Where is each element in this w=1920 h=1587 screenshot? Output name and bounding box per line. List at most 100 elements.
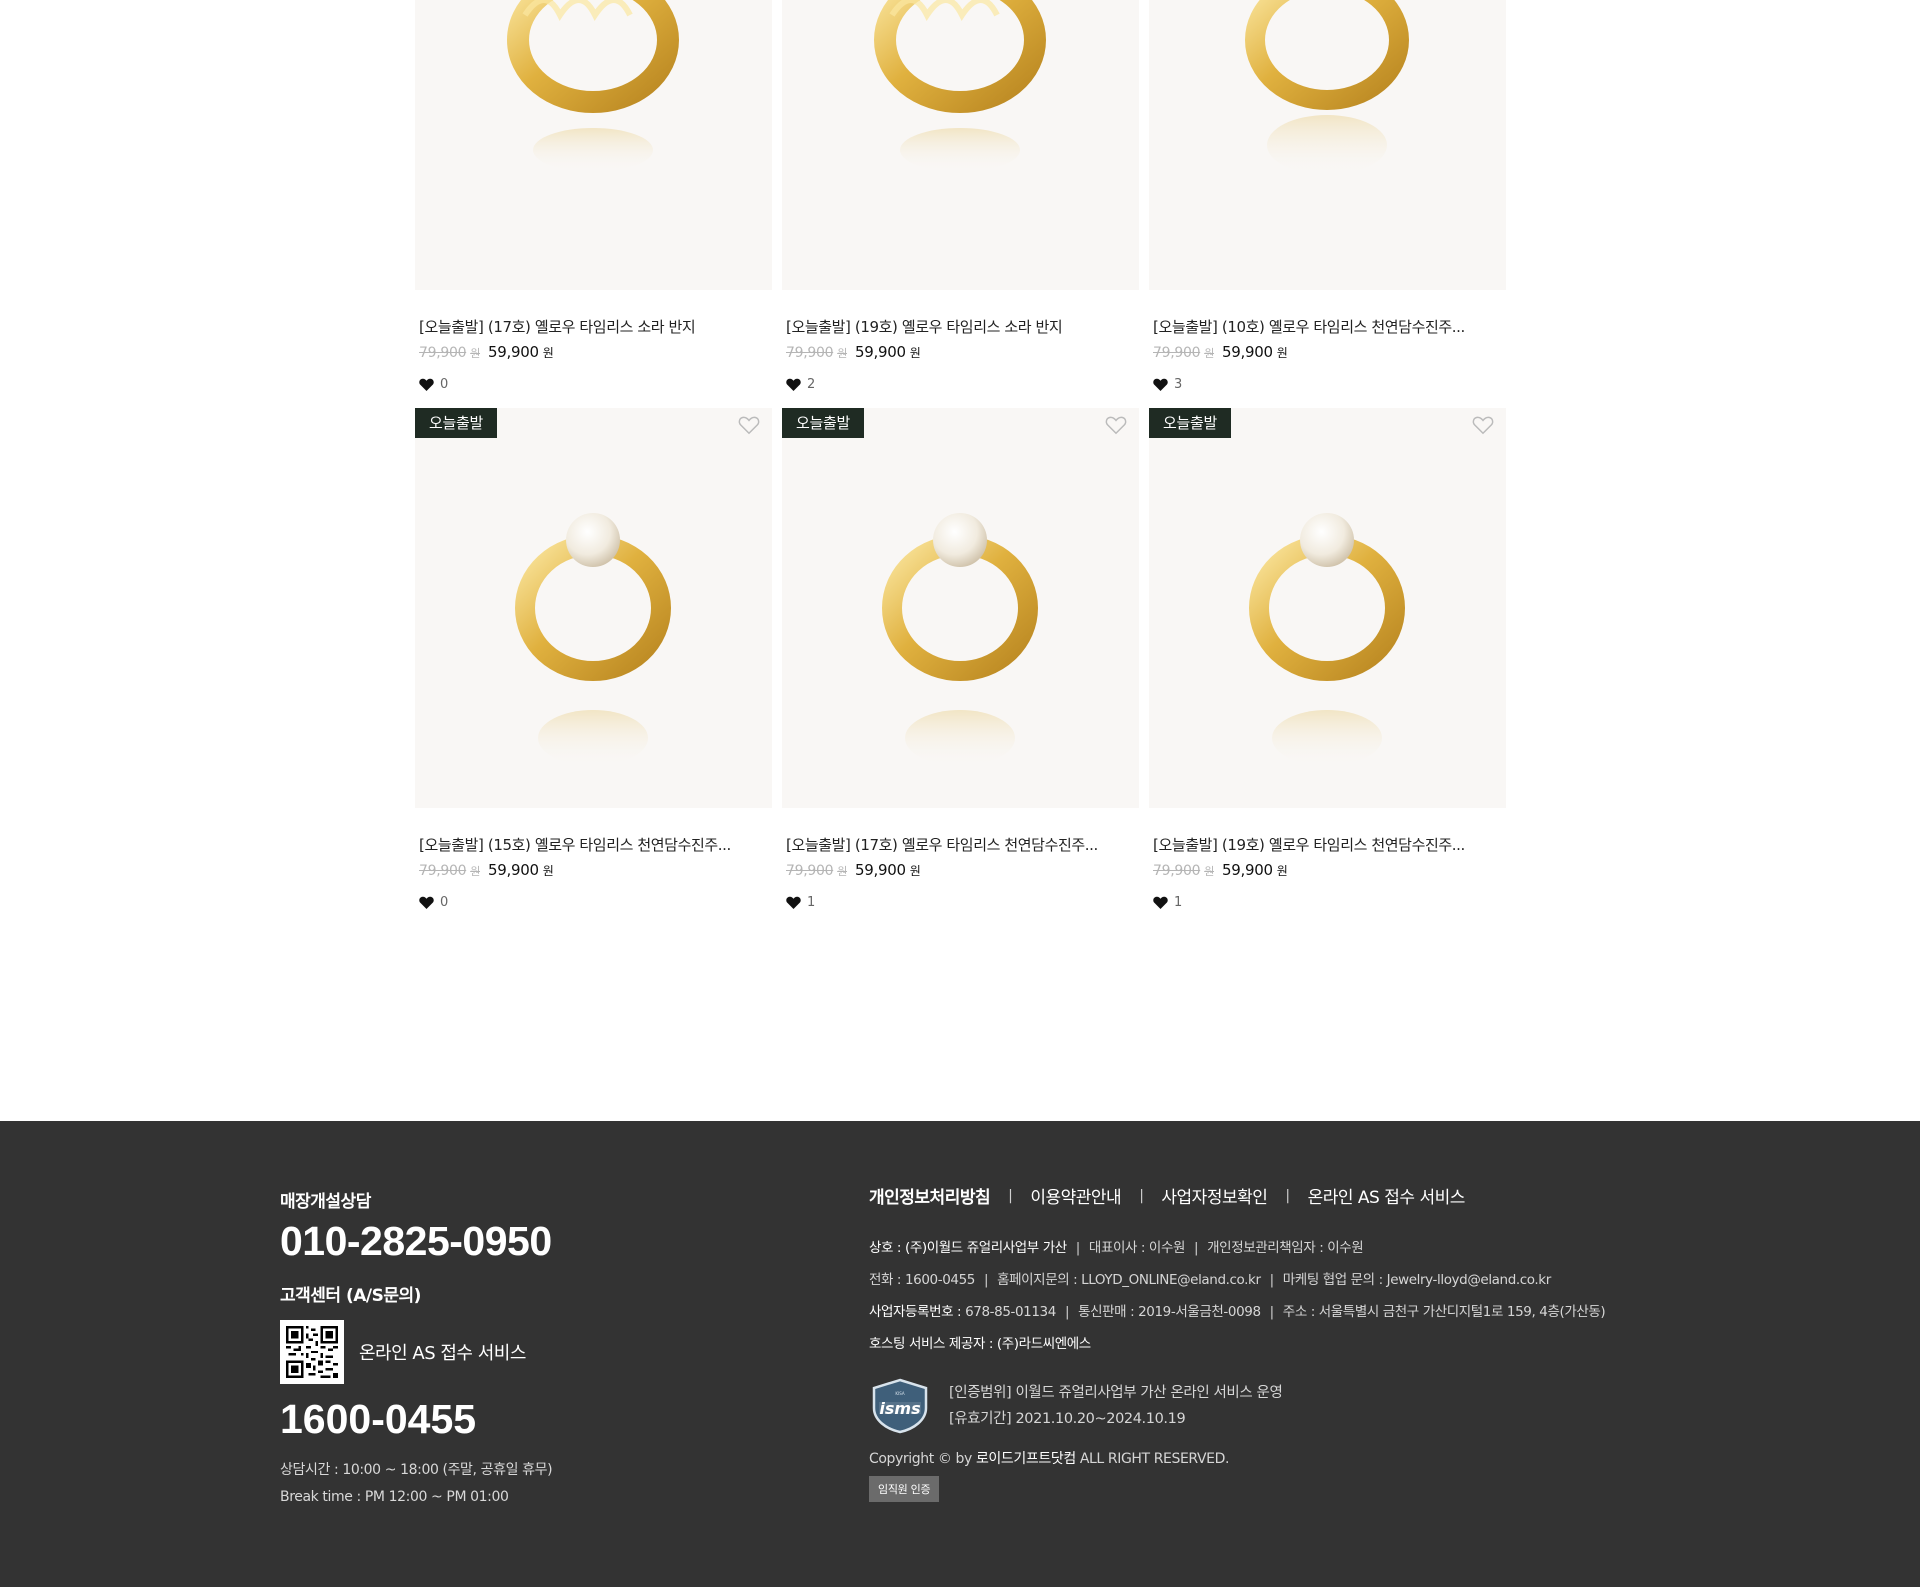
privacy-officer: 개인정보관리책임자 : 이수원 [1207, 1240, 1364, 1256]
original-price: 79,900 [1153, 863, 1201, 879]
online-as-link[interactable]: 온라인 AS 접수 서비스 [1308, 1183, 1466, 1208]
break-time: Break time : PM 12:00 ~ PM 01:00 [280, 1489, 509, 1505]
sale-price: 59,900 [855, 861, 906, 879]
mail-order-no: 통신판매 : 2019-서울금천-0098 [1078, 1304, 1261, 1320]
product-image[interactable]: 오늘출발 [1149, 408, 1506, 808]
divider: | [1008, 1187, 1013, 1204]
isms-period: [유효기간] 2021.10.20~2024.10.19 [949, 1411, 1186, 1427]
homepage-email[interactable]: 홈페이지문의 : LLOYD_ONLINE@eland.co.kr [997, 1272, 1261, 1288]
product-card[interactable]: [오늘출발] (17호) 옐로우 타임리스 소라 반지 79,900 원 59,9… [415, 0, 772, 392]
product-title[interactable]: [오늘출발] (10호) 옐로우 타임리스 천연담수진주... [1149, 316, 1489, 337]
customer-center-label: 고객센터 (A/S문의) [280, 1286, 421, 1306]
store-consult-label: 매장개설상담 [280, 1192, 371, 1212]
business-info-link[interactable]: 사업자정보확인 [1161, 1183, 1267, 1208]
company-name: (주)이월드 쥬얼리사업부 가산 [905, 1240, 1067, 1256]
heart-filled-icon [419, 378, 434, 391]
product-card[interactable]: 오늘출발 [오늘출발] (19호) 옐로우 타임리스 천연담수진주... 79,… [1149, 408, 1506, 910]
copyright-brand: 로이드기프트닷컴 [975, 1451, 1076, 1467]
consult-hours: 상담시간 : 10:00 ~ 18:00 (주말, 공휴일 휴무) [280, 1462, 553, 1478]
heart-filled-icon [786, 378, 801, 391]
cs-phone[interactable]: 1600-0455 [280, 1396, 552, 1443]
heart-filled-icon [419, 896, 434, 909]
svg-text:KISA: KISA [895, 1391, 904, 1396]
same-day-shipping-badge: 오늘출발 [415, 408, 498, 438]
original-price: 79,900 [786, 345, 834, 361]
terms-link[interactable]: 이용약관안내 [1030, 1183, 1121, 1208]
gold-pearl-ring-image [1245, 0, 1409, 175]
hosting-provider: (주)라드씨엔에스 [996, 1336, 1091, 1352]
marketing-email[interactable]: 마케팅 협업 문의 : Jewelry-lloyd@eland.co.kr [1283, 1272, 1551, 1288]
like-count: 1 [1149, 895, 1506, 910]
product-prices: 79,900 원 59,900 원 [1153, 861, 1288, 879]
product-card[interactable]: [오늘출발] (19호) 옐로우 타임리스 소라 반지 79,900 원 59,9… [782, 0, 1139, 392]
product-card[interactable]: 오늘출발 [오늘출발] (15호) 옐로우 타임리스 천연담수진주... 79,… [415, 408, 772, 910]
like-count: 2 [782, 377, 1139, 392]
qr-code-icon[interactable] [280, 1320, 344, 1384]
heart-filled-icon [786, 896, 801, 909]
original-price: 79,900 [786, 863, 834, 879]
product-prices: 79,900 원 59,900 원 [786, 861, 921, 879]
product-prices: 79,900 원 59,900 원 [786, 343, 921, 361]
bizno: 678-85-01134 [965, 1304, 1056, 1320]
product-image[interactable] [415, 0, 772, 290]
footer-contact: 매장개설상담 010-2825-0950 고객센터 (A/S문의) 온라인 AS… [280, 1187, 553, 1505]
product-grid-row-2: 오늘출발 [오늘출발] (15호) 옐로우 타임리스 천연담수진주... 79,… [415, 408, 1506, 910]
sale-price: 59,900 [488, 861, 539, 879]
like-count: 0 [415, 895, 772, 910]
online-as-service[interactable]: 온라인 AS 접수 서비스 [280, 1320, 552, 1384]
product-prices: 79,900 원 59,900 원 [419, 861, 554, 879]
original-price: 79,900 [1153, 345, 1201, 361]
product-prices: 79,900 원 59,900 원 [1153, 343, 1288, 361]
heart-outline-icon[interactable] [1472, 415, 1494, 435]
isms-logo-icon: isms KISA [872, 1378, 928, 1434]
gold-swirl-ring-image [507, 0, 679, 172]
same-day-shipping-badge: 오늘출발 [782, 408, 865, 438]
like-count: 3 [1149, 377, 1506, 392]
company-label: 상호 : [869, 1240, 902, 1256]
footer-links: 개인정보처리방침 | 이용약관안내 | 사업자정보확인 | 온라인 AS 접수 … [869, 1183, 1605, 1209]
original-price: 79,900 [419, 863, 467, 879]
heart-outline-icon[interactable] [1105, 415, 1127, 435]
product-card[interactable]: 오늘출발 [오늘출발] (17호) 옐로우 타임리스 천연담수진주... 79,… [782, 408, 1139, 910]
product-image[interactable] [782, 0, 1139, 290]
isms-certification: isms KISA [인증범위] 이월드 쥬얼리사업부 가산 온라인 서비스 운… [869, 1378, 1605, 1434]
store-phone[interactable]: 010-2825-0950 [280, 1218, 552, 1265]
heart-filled-icon [1153, 896, 1168, 909]
ceo: 대표이사 : 이수원 [1088, 1240, 1185, 1256]
gold-pearl-ring-image [1249, 513, 1405, 766]
hosting-label: 호스팅 서비스 제공자 : [869, 1336, 994, 1352]
product-card[interactable]: [오늘출발] (10호) 옐로우 타임리스 천연담수진주... 79,900 원 … [1149, 0, 1506, 392]
privacy-policy-link[interactable]: 개인정보처리방침 [869, 1183, 991, 1208]
address: 주소 : 서울특별시 금천구 가산디지털1로 159, 4층(가산동) [1282, 1304, 1606, 1320]
same-day-shipping-badge: 오늘출발 [1149, 408, 1232, 438]
product-grid-row-1: [오늘출발] (17호) 옐로우 타임리스 소라 반지 79,900 원 59,9… [415, 0, 1506, 392]
product-prices: 79,900 원 59,900 원 [419, 343, 554, 361]
product-image[interactable]: 오늘출발 [782, 408, 1139, 808]
isms-scope: [인증범위] 이월드 쥬얼리사업부 가산 온라인 서비스 운영 [949, 1385, 1283, 1401]
divider: | [1139, 1187, 1144, 1204]
product-image[interactable] [1149, 0, 1506, 290]
sale-price: 59,900 [1222, 343, 1273, 361]
product-title[interactable]: [오늘출발] (19호) 옐로우 타임리스 천연담수진주... [1149, 834, 1489, 855]
sale-price: 59,900 [488, 343, 539, 361]
heart-outline-icon[interactable] [738, 415, 760, 435]
gold-pearl-ring-image [515, 513, 671, 766]
gold-swirl-ring-image [874, 0, 1046, 172]
divider: | [1285, 1187, 1290, 1204]
sale-price: 59,900 [855, 343, 906, 361]
online-as-label[interactable]: 온라인 AS 접수 서비스 [359, 1339, 526, 1365]
employee-verify-button[interactable]: 임직원 인증 [869, 1476, 940, 1502]
like-count: 0 [415, 377, 772, 392]
gold-pearl-ring-image [882, 513, 1038, 766]
product-title[interactable]: [오늘출발] (15호) 옐로우 타임리스 천연담수진주... [415, 834, 755, 855]
product-title[interactable]: [오늘출발] (17호) 옐로우 타임리스 소라 반지 [415, 316, 755, 337]
site-footer: 매장개설상담 010-2825-0950 고객센터 (A/S문의) 온라인 AS… [0, 1121, 1920, 1587]
svg-text:isms: isms [879, 1399, 920, 1418]
bizno-label: 사업자등록번호 : [869, 1304, 962, 1320]
heart-filled-icon [1153, 378, 1168, 391]
original-price: 79,900 [419, 345, 467, 361]
product-title[interactable]: [오늘출발] (19호) 옐로우 타임리스 소라 반지 [782, 316, 1122, 337]
like-count: 1 [782, 895, 1139, 910]
product-image[interactable]: 오늘출발 [415, 408, 772, 808]
product-title[interactable]: [오늘출발] (17호) 옐로우 타임리스 천연담수진주... [782, 834, 1122, 855]
